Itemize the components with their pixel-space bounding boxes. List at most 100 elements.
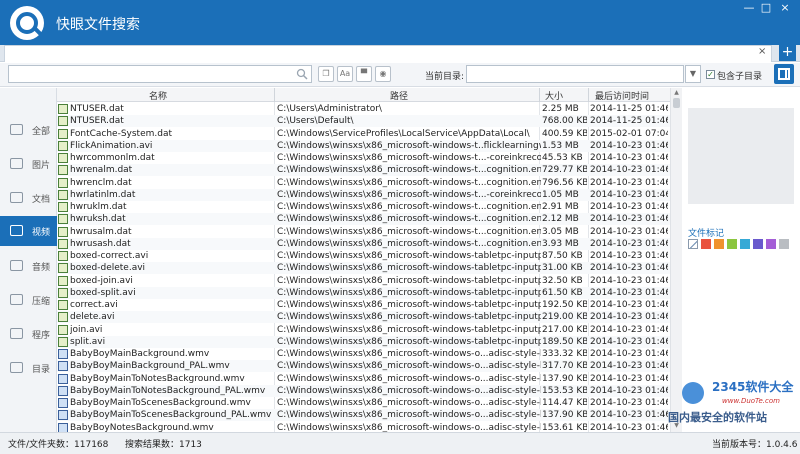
sidebar-item-archives[interactable]: 压缩	[0, 285, 57, 315]
copy-icon[interactable]: ❐	[318, 66, 334, 82]
sidebar-item-documents[interactable]: 文档	[0, 183, 57, 213]
preview-icon[interactable]: ▀	[356, 66, 372, 82]
layout-panel-icon	[778, 68, 790, 80]
toolbar: ❐ Aa ▀ ◉ 当前目录: ▼ ✓ 包含子目录	[0, 63, 800, 87]
table-row[interactable]: boxed-delete.avi C:\Windows\winsxs\x86_mi…	[57, 262, 670, 275]
scroll-up-icon[interactable]: ▲	[672, 89, 681, 96]
file-icon	[58, 104, 68, 114]
all-files-icon	[10, 124, 23, 135]
file-date: 2014-10-23 01:46	[590, 140, 668, 151]
table-row[interactable]: BabyBoyMainToNotesBackground_PAL.wmv C:\W…	[57, 384, 670, 397]
sidebar-item-programs[interactable]: 程序	[0, 319, 57, 349]
minimize-button[interactable]: —	[742, 1, 756, 15]
watermark-url: www.DuoTe.com	[722, 397, 780, 405]
table-row[interactable]: FlickAnimation.avi C:\Windows\winsxs\x86_…	[57, 139, 670, 152]
table-row[interactable]: NTUSER.dat C:\Users\Default\ 768.00 KB 2014…	[57, 115, 670, 128]
include-subdirs-checkbox[interactable]: ✓	[706, 70, 715, 79]
file-tag-label: 文件标记	[688, 229, 725, 239]
tab-strip: × +	[0, 45, 800, 62]
sidebar-item-label: 音频	[32, 263, 51, 273]
sidebar-item-folders[interactable]: 目录	[0, 353, 57, 383]
title-bar: 快眼文件搜索 — □ ×	[0, 0, 800, 45]
scroll-thumb[interactable]	[673, 98, 680, 108]
sidebar-item-all[interactable]: 全部	[0, 115, 57, 145]
file-icon	[58, 238, 68, 249]
table-row[interactable]: hwrusash.dat C:\Windows\winsxs\x86_micros…	[57, 237, 670, 250]
table-row[interactable]: join.avi C:\Windows\winsxs\x86_microsoft-…	[57, 324, 670, 336]
file-size: 153.61 KB	[542, 422, 587, 433]
include-subdirs-label[interactable]: 包含子目录	[717, 69, 762, 82]
file-name: hwrenalm.dat	[70, 165, 133, 176]
audio-icon	[10, 260, 23, 271]
tag-color-swatch[interactable]	[727, 239, 737, 249]
eye-icon[interactable]: ◉	[375, 66, 391, 82]
table-row[interactable]: correct.avi C:\Windows\winsxs\x86_microso…	[57, 299, 670, 311]
tag-color-swatch[interactable]	[701, 239, 711, 249]
tag-color-swatch[interactable]	[714, 239, 724, 249]
sidebar-item-audio[interactable]: 音频	[0, 251, 57, 281]
column-header-path[interactable]: 路径	[390, 89, 408, 102]
search-tab[interactable]	[4, 45, 772, 62]
tag-color-swatch[interactable]	[779, 239, 789, 249]
file-icon	[58, 336, 68, 347]
toggle-panel-button[interactable]	[774, 64, 794, 84]
file-name: NTUSER.dat	[70, 104, 124, 114]
file-name: hwruklm.dat	[70, 202, 127, 212]
table-row[interactable]: BabyBoyMainBackground_PAL.wmv C:\Windows\…	[57, 360, 670, 373]
table-row[interactable]: hwruksh.dat C:\Windows\winsxs\x86_microso…	[57, 213, 670, 226]
table-row[interactable]: boxed-split.avi C:\Windows\winsxs\x86_mic…	[57, 286, 670, 299]
table-row[interactable]: hwrusalm.dat C:\Windows\winsxs\x86_micros…	[57, 226, 670, 238]
table-row[interactable]: BabyBoyMainToScenesBackground_PAL.wmv C:\…	[57, 409, 670, 422]
vertical-scrollbar[interactable]: ▲ ▼	[670, 88, 682, 432]
table-row[interactable]: BabyBoyMainToScenesBackground.wmv C:\Wind…	[57, 397, 670, 409]
file-name: BabyBoyMainBackground_PAL.wmv	[70, 361, 230, 372]
table-row[interactable]: BabyBoyMainToNotesBackground.wmv C:\Windo…	[57, 373, 670, 385]
file-icon	[58, 202, 68, 212]
column-header-name[interactable]: 名称	[149, 89, 167, 102]
table-row[interactable]: boxed-correct.avi C:\Windows\winsxs\x86_m…	[57, 250, 670, 262]
table-row[interactable]: hwrenclm.dat C:\Windows\winsxs\x86_micros…	[57, 177, 670, 189]
file-date: 2014-10-23 01:46	[590, 361, 668, 372]
table-row[interactable]: hwrlatinlm.dat C:\Windows\winsxs\x86_micr…	[57, 188, 670, 201]
table-row[interactable]: boxed-join.avi C:\Windows\winsxs\x86_micr…	[57, 275, 670, 287]
table-row[interactable]: NTUSER.dat C:\Users\Administrator\ 2.25 MB…	[57, 103, 670, 115]
file-name: boxed-correct.avi	[70, 251, 149, 261]
table-row[interactable]: hwrcommonlm.dat C:\Windows\winsxs\x86_mic…	[57, 152, 670, 164]
tag-color-none[interactable]	[688, 239, 698, 249]
table-row[interactable]: delete.avi C:\Windows\winsxs\x86_microsof…	[57, 311, 670, 324]
file-path: C:\Windows\winsxs\x86_microsoft-windows-…	[277, 226, 541, 237]
column-header-date[interactable]: 最后访问时间	[595, 89, 649, 102]
restore-button[interactable]: □	[759, 1, 773, 15]
file-icon	[58, 300, 68, 310]
file-date: 2014-10-23 01:46	[590, 312, 668, 323]
search-input[interactable]	[8, 65, 312, 83]
chevron-down-icon[interactable]: ▼	[685, 65, 701, 83]
tag-color-swatch[interactable]	[753, 239, 763, 249]
close-button[interactable]: ×	[778, 1, 792, 15]
table-row[interactable]: BabyBoyNotesBackground.wmv C:\Windows\win…	[57, 422, 670, 433]
file-name: BabyBoyMainToScenesBackground.wmv	[70, 398, 251, 408]
add-tab-button[interactable]: +	[779, 45, 796, 61]
file-path: C:\Windows\winsxs\x86_microsoft-windows-…	[277, 373, 541, 384]
table-row[interactable]: hwruklm.dat C:\Windows\winsxs\x86_microso…	[57, 201, 670, 213]
tab-close-button[interactable]: ×	[758, 46, 766, 57]
table-row[interactable]: hwrenalm.dat C:\Windows\winsxs\x86_micros…	[57, 164, 670, 177]
sidebar-item-video[interactable]: 视频	[0, 216, 57, 246]
table-row[interactable]: BabyBoyMainBackground.wmv C:\Windows\wins…	[57, 348, 670, 360]
file-icon	[58, 275, 68, 286]
file-path: C:\Users\Administrator\	[277, 104, 382, 114]
video-file-icon	[58, 398, 68, 408]
table-row[interactable]: split.avi C:\Windows\winsxs\x86_microsoft…	[57, 335, 670, 348]
tag-color-swatch[interactable]	[766, 239, 776, 249]
column-header-size[interactable]: 大小	[545, 89, 563, 102]
file-path: C:\Windows\winsxs\x86_microsoft-windows-…	[277, 361, 541, 372]
search-icon[interactable]	[296, 68, 308, 80]
tag-color-swatch[interactable]	[740, 239, 750, 249]
font-icon[interactable]: Aa	[337, 66, 353, 82]
table-row[interactable]: FontCache-System.dat C:\Windows\ServicePr…	[57, 128, 670, 140]
sidebar-item-images[interactable]: 图片	[0, 149, 57, 179]
file-name: FontCache-System.dat	[70, 128, 173, 139]
current-dir-input[interactable]	[466, 65, 684, 83]
file-size: 3.05 MB	[542, 226, 579, 237]
file-size: 192.50 KB	[542, 300, 587, 310]
